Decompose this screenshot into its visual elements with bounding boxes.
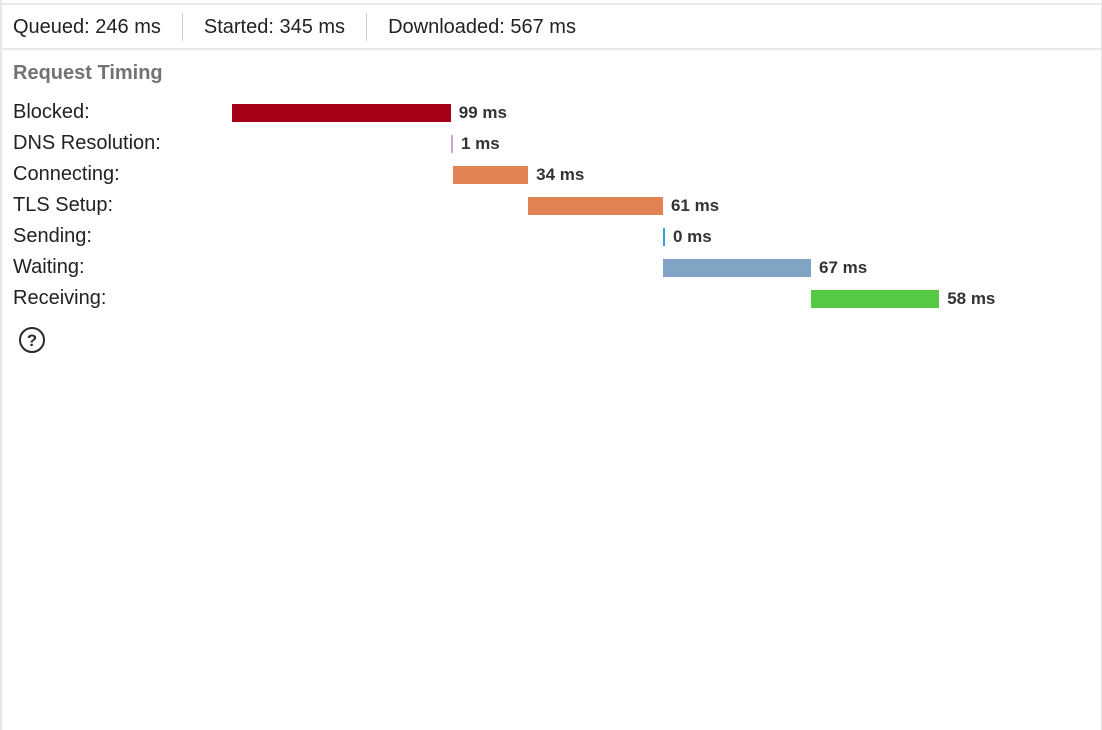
top-divider: [2, 3, 1102, 5]
timing-bar: [453, 166, 529, 184]
queued-summary: Queued: 246 ms: [13, 16, 161, 38]
timing-label: Receiving:: [13, 287, 107, 309]
timing-summary: Queued: 246 ms Started: 345 ms Downloade…: [2, 6, 1102, 50]
timing-value: 1 ms: [461, 134, 500, 153]
timing-bar: [450, 135, 453, 153]
timing-row-tls-setup: TLS Setup: 61 ms: [2, 191, 1102, 222]
timing-label: Connecting:: [13, 163, 120, 185]
timing-value: 67 ms: [819, 258, 868, 277]
timing-row-connecting: Connecting: 34 ms: [2, 160, 1102, 191]
timing-label: Waiting:: [13, 256, 85, 278]
timing-bar: [528, 197, 663, 215]
timing-label: Sending:: [13, 225, 92, 247]
timing-rows: Blocked: 99 ms DNS Resolution: 1 ms Conn…: [2, 98, 1102, 315]
timing-bar: [232, 104, 451, 122]
timing-bar: [662, 259, 811, 277]
timing-label: Blocked:: [13, 101, 90, 123]
timing-label: TLS Setup:: [13, 194, 114, 216]
timing-row-waiting: Waiting: 67 ms: [2, 253, 1102, 284]
timing-bar: [811, 290, 940, 308]
started-summary: Started: 345 ms: [181, 13, 366, 41]
timing-row-sending: Sending: 0 ms: [2, 222, 1102, 253]
timing-row-receiving: Receiving: 58 ms: [2, 284, 1102, 315]
timing-bar: [662, 228, 665, 246]
help-icon[interactable]: ?: [19, 327, 45, 353]
downloaded-summary: Downloaded: 567 ms: [366, 13, 597, 41]
timings-panel: Queued: 246 ms Started: 345 ms Downloade…: [0, 0, 1102, 730]
request-timing-title: Request Timing: [13, 62, 163, 84]
timing-value: 99 ms: [458, 103, 507, 122]
timing-value: 34 ms: [536, 165, 585, 184]
timing-value: 58 ms: [947, 289, 996, 308]
timing-row-blocked: Blocked: 99 ms: [2, 98, 1102, 129]
timing-row-dns-resolution: DNS Resolution: 1 ms: [2, 129, 1102, 160]
timing-value: 61 ms: [670, 196, 720, 215]
timing-label: DNS Resolution:: [13, 132, 161, 154]
timing-value: 0 ms: [672, 227, 712, 246]
